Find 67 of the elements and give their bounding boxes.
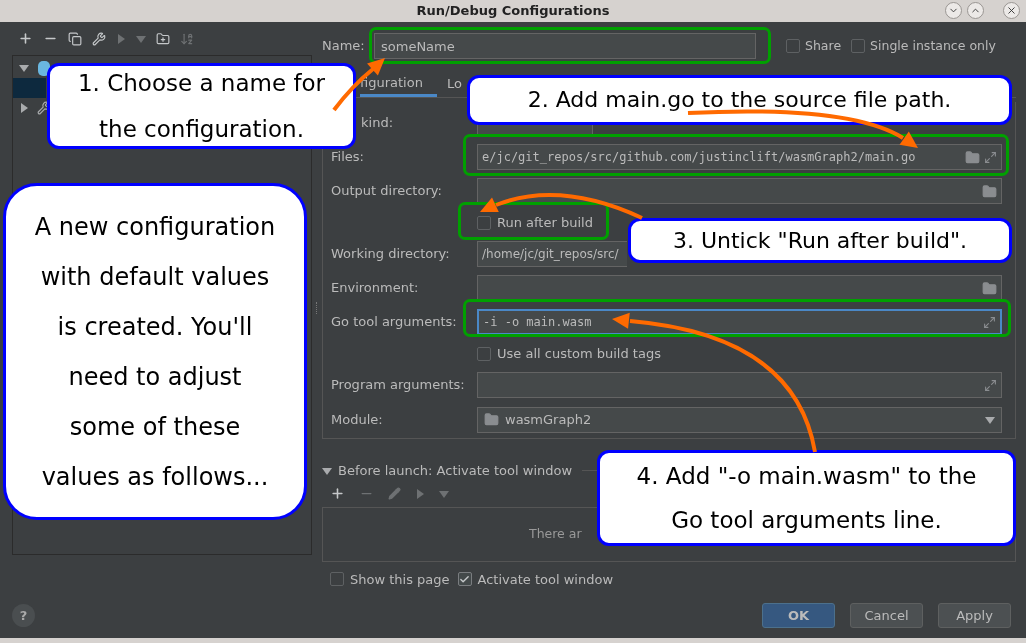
field-value: -i -o main.wasm	[483, 314, 592, 331]
checkbox[interactable]	[457, 572, 472, 587]
splitter-handle[interactable]	[316, 301, 318, 314]
help-button[interactable]: ?	[12, 604, 35, 627]
name-label: Name:	[322, 37, 366, 56]
new-folder-icon[interactable]	[156, 31, 170, 46]
input-field[interactable]	[477, 178, 1002, 204]
field-label: Working directory:	[331, 245, 451, 264]
field-value: e/jc/git_repos/src/github.com/justinclift/wasmGraph2/main.go	[482, 149, 916, 166]
add-icon[interactable]	[18, 31, 33, 46]
checkbox-label: Run after build	[497, 213, 593, 232]
input-field[interactable]	[477, 275, 1002, 301]
checkbox-label: Activate tool window	[477, 570, 613, 589]
sort-icon[interactable]	[180, 31, 194, 46]
instruction-tooltip: 1. Choose a name for the configuration.	[47, 63, 356, 149]
field-label: Module:	[331, 410, 384, 429]
module-dropdown[interactable]: wasmGraph2	[477, 406, 1002, 433]
checkbox[interactable]	[851, 39, 866, 53]
folder-icon	[484, 412, 499, 427]
field-label: Output directory:	[331, 182, 443, 201]
instruction-tooltip: 4. Add "-o main.wasm" to the Go tool arguments line.	[597, 450, 1016, 546]
checkbox[interactable]	[477, 346, 491, 361]
input-field[interactable]	[477, 372, 1002, 398]
copy-icon[interactable]	[68, 31, 82, 46]
empty-list-text: There ar	[529, 524, 582, 543]
edit-icon[interactable]	[388, 487, 401, 500]
checkbox-label: Share	[805, 36, 842, 55]
folder-icon[interactable]	[982, 280, 997, 296]
input-field[interactable]: -i -o main.wasm	[477, 309, 1002, 335]
folder-icon[interactable]	[965, 149, 980, 165]
checkbox-label: Use all custom build tags	[497, 344, 661, 363]
move-down-icon[interactable]	[136, 33, 146, 44]
instruction-tooltip: 2. Add main.go to the source file path.	[467, 75, 1012, 125]
collapsed-arrow-icon[interactable]	[19, 103, 29, 113]
field-label: kind:	[360, 114, 394, 133]
section-toggle-icon[interactable]	[322, 465, 332, 476]
close-icon[interactable]	[1006, 5, 1017, 16]
input-field[interactable]: /home/jc/git_repos/src/	[477, 241, 627, 267]
name-field[interactable]: someName	[374, 33, 756, 59]
field-label: Program arguments:	[331, 376, 466, 395]
expand-icon[interactable]	[984, 378, 997, 392]
input-field[interactable]: e/jc/git_repos/src/github.com/justinclift/wasmGraph2/main.go	[477, 144, 1002, 170]
add-icon[interactable]	[330, 486, 345, 501]
instruction-tooltip: A new configuration with default values is created. You'll need to adjust some of these values as follows...	[3, 183, 307, 520]
checkbox[interactable]	[477, 215, 491, 230]
window-title: Run/Debug Configurations	[416, 2, 610, 21]
field-label: Environment:	[331, 279, 420, 298]
checkbox[interactable]	[786, 39, 800, 53]
expand-icon[interactable]	[983, 315, 996, 329]
field-label: Files:	[331, 148, 365, 167]
dialog-button[interactable]: Cancel	[850, 603, 923, 628]
field-value: /home/jc/git_repos/src/	[482, 246, 619, 263]
dialog-button[interactable]: OK	[762, 603, 835, 628]
expanded-arrow-icon[interactable]	[19, 63, 29, 73]
checkbox-label: Single instance only	[870, 36, 996, 55]
instruction-tooltip: 3. Untick "Run after build".	[628, 218, 1012, 263]
dropdown-arrow-icon[interactable]	[985, 414, 995, 425]
field-label: Go tool arguments:	[331, 313, 458, 332]
section-title: Before launch: Activate tool window	[338, 462, 573, 480]
dialog-button[interactable]: Apply	[938, 603, 1011, 628]
expand-icon[interactable]	[984, 150, 997, 164]
dropdown-value: wasmGraph2	[505, 410, 592, 429]
checkbox[interactable]	[330, 572, 344, 587]
checkbox-label: Show this page	[350, 570, 450, 589]
folder-icon[interactable]	[982, 183, 997, 199]
settings-icon[interactable]	[92, 31, 106, 46]
move-down-icon[interactable]	[439, 488, 449, 499]
